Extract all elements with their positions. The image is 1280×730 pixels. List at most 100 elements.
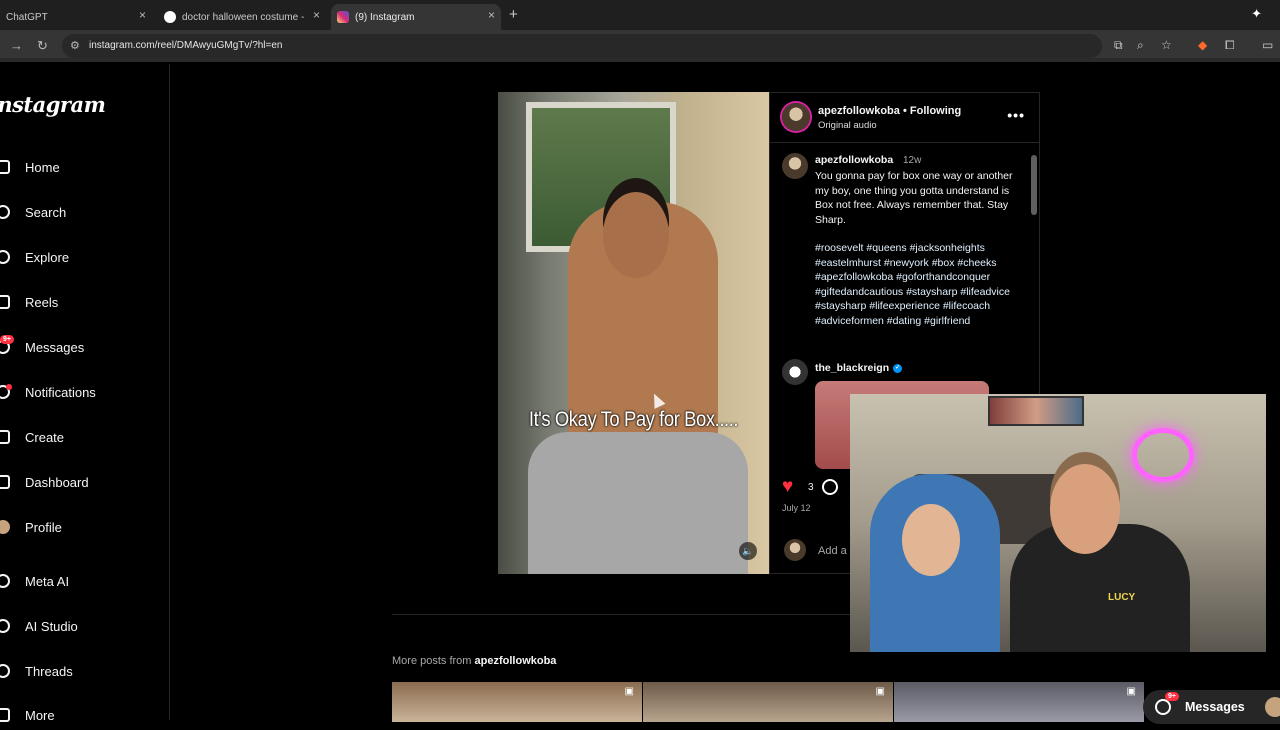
compass-icon — [0, 250, 10, 264]
comment-avatar[interactable] — [782, 153, 808, 179]
video-person-head — [603, 192, 669, 278]
address-bar[interactable]: ⚙ instagram.com/reel/DMAwyuGMgTv/?hl=en — [62, 34, 1102, 58]
tab-chatgpt[interactable]: ChatGPT × — [0, 4, 152, 30]
close-icon[interactable]: × — [313, 8, 320, 22]
comment-time: 12w — [903, 155, 922, 166]
new-tab-button[interactable]: + — [509, 6, 518, 23]
sidebar-item-label: Explore — [25, 249, 70, 265]
more-post-tile[interactable]: ▣ — [392, 682, 642, 722]
scrollbar-thumb[interactable] — [1031, 155, 1037, 215]
zoom-icon[interactable]: ⌕ — [1137, 38, 1144, 53]
sidebar-item-label: Profile — [25, 519, 62, 535]
install-app-icon[interactable]: ⧉ — [1114, 38, 1123, 53]
avatar-icon — [0, 520, 10, 534]
home-icon — [0, 160, 10, 174]
sidebar-item-label: Messages — [25, 339, 85, 355]
webcam-wall-art — [988, 396, 1084, 426]
post-author: apezfollowkoba • Following — [818, 105, 961, 117]
reel-badge-icon: ▣ — [624, 686, 634, 697]
reply-avatar[interactable] — [782, 359, 808, 385]
more-posts-heading: More posts from apezfollowkoba — [392, 655, 556, 667]
tab-google-search[interactable]: doctor halloween costume - Go × — [158, 4, 326, 30]
sidebar-item-reels[interactable]: Reels — [0, 287, 58, 317]
sidebar-item-dashboard[interactable]: Dashboard — [0, 467, 89, 497]
neon-sign — [1132, 428, 1194, 482]
sidepanel-icon[interactable]: ▭ — [1262, 38, 1273, 52]
sidebar-item-label: Threads — [25, 663, 73, 679]
webcam-person-face — [902, 504, 960, 576]
sidebar-item-label: Meta AI — [25, 573, 70, 589]
instagram-logo[interactable]: Instagram — [0, 92, 106, 117]
more-options-icon[interactable]: ••• — [1007, 107, 1025, 123]
sidebar-item-label: AI Studio — [25, 618, 78, 634]
volume-icon[interactable]: 🔈 — [739, 542, 757, 560]
tab-title: ChatGPT — [6, 11, 48, 23]
search-icon — [0, 205, 10, 219]
avatar — [1265, 697, 1280, 717]
verified-icon: ✓ — [893, 363, 903, 373]
sidebar-item-create[interactable]: Create — [0, 422, 64, 452]
sidebar-item-ai-studio[interactable]: AI Studio — [0, 611, 78, 641]
author-avatar[interactable] — [782, 103, 810, 131]
video-person-shorts — [528, 432, 748, 574]
separator-dot: • — [902, 105, 907, 117]
like-heart-icon[interactable]: ♥ — [782, 476, 793, 498]
browser-toolbar: → ↻ ⚙ instagram.com/reel/DMAwyuGMgTv/?hl… — [0, 30, 1280, 62]
comment-icon[interactable] — [822, 479, 838, 495]
messages-badge: 9+ — [0, 335, 14, 344]
hashtag-list[interactable]: #roosevelt #queens #jacksonheights #east… — [815, 241, 1020, 328]
extensions-puzzle-icon[interactable]: ⧠ — [1225, 38, 1235, 53]
close-icon[interactable]: × — [139, 8, 146, 22]
more-post-tile[interactable]: ▣ — [643, 682, 893, 722]
following-button[interactable]: Following — [910, 105, 961, 117]
reload-icon[interactable]: ↻ — [37, 38, 48, 54]
tab-title: doctor halloween costume - Go — [182, 11, 304, 23]
likes-count[interactable]: 3 — [808, 482, 814, 493]
sidebar-item-more[interactable]: More — [0, 700, 55, 730]
messages-floating-button[interactable]: 9+ Messages — [1143, 690, 1280, 724]
messenger-icon — [1155, 699, 1171, 715]
ai-studio-icon — [0, 619, 10, 633]
reply-username[interactable]: the_blackreign ✓ — [815, 362, 903, 374]
sidebar-item-messages[interactable]: 9+ Messages — [0, 332, 84, 362]
sidebar-item-profile[interactable]: Profile — [0, 512, 62, 542]
plus-icon — [0, 430, 10, 444]
sidebar-item-label: Notifications — [25, 384, 96, 400]
reel-video[interactable]: It's Okay To Pay for Box..... 🔈 — [498, 92, 769, 574]
reel-badge-icon: ▣ — [875, 686, 885, 697]
sidebar-item-threads[interactable]: Threads — [0, 656, 73, 686]
sidebar-item-meta-ai[interactable]: Meta AI — [0, 566, 69, 596]
url-text[interactable]: instagram.com/reel/DMAwyuGMgTv/?hl=en — [89, 40, 283, 51]
sidebar-item-home[interactable]: Home — [0, 152, 60, 182]
comment-text: You gonna pay for box one way or another… — [815, 170, 1013, 226]
more-posts-user[interactable]: apezfollowkoba — [475, 655, 557, 667]
sparkle-icon[interactable]: ✦ — [1251, 6, 1262, 22]
author-username[interactable]: apezfollowkoba — [818, 105, 900, 117]
add-comment-input[interactable]: Add a — [818, 545, 847, 557]
webcam-person-face — [1050, 464, 1120, 554]
post-header: apezfollowkoba • Following Original audi… — [770, 93, 1039, 143]
video-caption: It's Okay To Pay for Box..... — [528, 408, 739, 431]
more-post-tile[interactable]: ▣ — [894, 682, 1144, 722]
audio-label[interactable]: Original audio — [818, 120, 877, 131]
meta-ai-icon — [0, 574, 10, 588]
sidebar-item-search[interactable]: Search — [0, 197, 66, 227]
sidebar-item-label: More — [25, 707, 55, 723]
bookmark-star-icon[interactable]: ☆ — [1161, 38, 1172, 52]
tab-instagram[interactable]: (9) Instagram × — [331, 4, 501, 30]
close-icon[interactable]: × — [488, 8, 495, 22]
forward-icon[interactable]: → — [10, 38, 23, 53]
messages-badge: 9+ — [1165, 692, 1179, 701]
messages-label: Messages — [1185, 700, 1245, 714]
extension-fox-icon[interactable]: ◆ — [1198, 38, 1207, 52]
tab-title: (9) Instagram — [355, 11, 415, 23]
sidebar-item-label: Create — [25, 429, 65, 445]
comment-username[interactable]: apezfollowkoba — [815, 154, 893, 166]
instagram-sidebar: Instagram Home Search Explore Reels 9+ M… — [0, 64, 170, 723]
sidebar-item-notifications[interactable]: Notifications — [0, 377, 96, 407]
more-posts-prefix: More posts from — [392, 655, 472, 667]
sidebar-item-label: Search — [25, 204, 67, 220]
site-info-icon[interactable]: ⚙ — [70, 39, 80, 52]
sidebar-item-label: Dashboard — [25, 474, 89, 490]
sidebar-item-explore[interactable]: Explore — [0, 242, 69, 272]
